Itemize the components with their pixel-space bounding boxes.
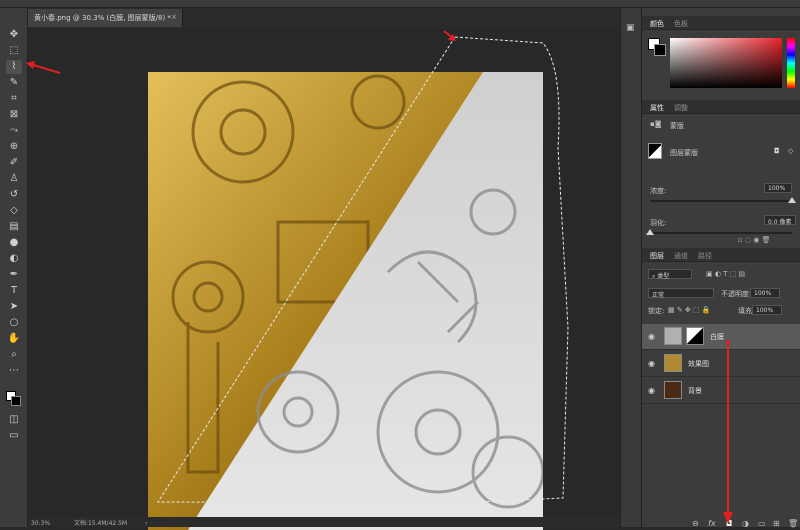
crop-tool-icon[interactable]: ⌗ <box>6 92 22 106</box>
frame-tool-icon[interactable]: ⊠ <box>6 108 22 122</box>
tab-color[interactable]: 颜色 <box>650 19 664 29</box>
pen-tool-icon[interactable]: ✒ <box>6 268 22 282</box>
status-arrow-icon[interactable]: › <box>145 520 147 527</box>
layer-mask-thumbnail[interactable] <box>686 327 704 345</box>
polygonal-lasso-tool-icon[interactable]: ⌇ <box>6 60 22 74</box>
tab-paths[interactable]: 路径 <box>698 251 712 261</box>
layer-thumbnail <box>664 381 682 399</box>
mask-thumbnail <box>648 143 662 159</box>
layers-panel-tabs: 图层 通道 路径 <box>642 248 800 262</box>
tools-panel: ✥ ⬚ ⌇ ✎ ⌗ ⊠ ⤳ ⊕ ✐ ♙ ↺ ◇ ▤ ● ◐ ✒ T ➤ ○ ✋ … <box>0 8 28 527</box>
color-background-swatch[interactable] <box>654 44 666 56</box>
path-select-tool-icon[interactable]: ➤ <box>6 300 22 314</box>
mask-type: 图层蒙版 <box>670 149 698 157</box>
mask-actions-icons[interactable]: ▫ ◌ ◉ 🗑 <box>738 236 771 244</box>
search-icon: ⌕ <box>652 273 656 280</box>
lock-label: 锁定: <box>648 307 665 315</box>
visibility-eye-icon[interactable]: ◉ <box>648 332 655 341</box>
history-brush-tool-icon[interactable]: ↺ <box>6 188 22 202</box>
annotation-arrow-mask <box>723 340 733 524</box>
canvas-area[interactable] <box>28 28 640 530</box>
layer-name: 效果图 <box>688 360 709 368</box>
type-tool-icon[interactable]: T <box>6 284 22 298</box>
healing-brush-tool-icon[interactable]: ⊕ <box>6 140 22 154</box>
layer-name: 背景 <box>688 387 702 395</box>
clone-stamp-tool-icon[interactable]: ♙ <box>6 172 22 186</box>
quick-select-tool-icon[interactable]: ✎ <box>6 76 22 90</box>
move-tool-icon[interactable]: ✥ <box>6 28 22 42</box>
tab-channels[interactable]: 通道 <box>674 251 688 261</box>
gradient-tool-icon[interactable]: ▤ <box>6 220 22 234</box>
panel-icon-strip: ▣ <box>620 8 642 527</box>
shape-tool-icon[interactable]: ○ <box>6 316 22 330</box>
select-mask-icon[interactable]: ◘ <box>774 147 780 155</box>
density-slider[interactable] <box>650 197 796 203</box>
eyedropper-tool-icon[interactable]: ⤳ <box>6 124 22 138</box>
screen-mode-icon[interactable]: ▭ <box>6 429 22 443</box>
mask-title: 蒙版 <box>670 122 684 130</box>
options-bar <box>0 0 800 8</box>
hand-tool-icon[interactable]: ✋ <box>6 332 22 346</box>
blend-mode-select[interactable]: 正常 <box>648 288 714 299</box>
opacity-field[interactable]: 100% <box>750 288 780 298</box>
annotation-arrow-canvas <box>443 30 456 41</box>
density-field[interactable]: 100% <box>764 183 792 193</box>
visibility-eye-icon[interactable]: ◉ <box>648 386 655 395</box>
annotation-arrow-toolbar <box>26 61 61 74</box>
feather-label: 羽化: <box>650 219 667 227</box>
eraser-tool-icon[interactable]: ◇ <box>6 204 22 218</box>
properties-panel-tabs: 属性 调整 <box>642 100 800 114</box>
layer-filter-select[interactable]: ⌕ 类型 <box>648 269 692 280</box>
color-panel-tabs: 颜色 色板 <box>642 16 800 30</box>
selection-marquee <box>157 36 569 504</box>
zoom-level[interactable]: 30.3% <box>31 520 50 527</box>
vector-mask-icon[interactable]: ◇ <box>788 147 793 155</box>
more-tools-icon[interactable]: ⋯ <box>6 364 22 378</box>
fill-field[interactable]: 100% <box>752 305 782 315</box>
density-label: 浓度: <box>650 187 667 195</box>
close-tab-icon[interactable]: × <box>171 13 177 21</box>
layer-thumbnail <box>664 327 682 345</box>
zoom-tool-icon[interactable]: ⌕ <box>6 348 22 362</box>
quick-mask-icon[interactable]: ◫ <box>6 413 22 427</box>
document-tab[interactable]: 黄小春.png @ 30.3% (白膜, 图层蒙版/8) * × <box>28 9 183 27</box>
dodge-tool-icon[interactable]: ◐ <box>6 252 22 266</box>
lock-icons[interactable]: ▦ ✎ ✥ ⬚ 🔒 <box>668 306 711 314</box>
layer-thumbnail <box>664 354 682 372</box>
layer-filter-icons[interactable]: ▣ ◐ T ⬚ ▤ <box>706 270 745 278</box>
document-tab-title: 黄小春.png @ 30.3% (白膜, 图层蒙版/8) * <box>34 14 171 22</box>
right-panels: 颜色 色板 属性 调整 ▪◙ 蒙版 图层蒙版 ◘ ◇ 浓度: 100% 羽化: … <box>642 8 800 528</box>
status-bar: 30.3% 文档:15.4M/42.5M › <box>28 517 640 527</box>
feather-slider[interactable] <box>646 229 792 235</box>
color-picker-field[interactable] <box>670 38 782 88</box>
marquee-tool-icon[interactable]: ⬚ <box>6 44 22 58</box>
layer-row-baimo[interactable]: ◉ 白膜 <box>642 324 800 350</box>
tab-swatches[interactable]: 色板 <box>674 19 688 29</box>
layer-row-background[interactable]: ◉ 背景 <box>642 378 800 404</box>
opacity-label: 不透明度: <box>721 290 752 298</box>
tab-layers[interactable]: 图层 <box>650 251 664 261</box>
layer-row-xiaoguotu[interactable]: ◉ 效果图 <box>642 351 800 377</box>
brush-tool-icon[interactable]: ✐ <box>6 156 22 170</box>
feather-field[interactable]: 0.0 像素 <box>764 215 796 226</box>
layer-filter-kind: 类型 <box>657 273 670 280</box>
document-size: 文档:15.4M/42.5M <box>73 520 128 527</box>
blur-tool-icon[interactable]: ● <box>6 236 22 250</box>
tab-properties[interactable]: 属性 <box>650 103 664 113</box>
mask-icon: ▪◙ <box>650 120 662 128</box>
panel-toggle-icon[interactable]: ▣ <box>626 23 635 33</box>
hue-slider[interactable] <box>787 38 795 88</box>
tab-adjustments[interactable]: 调整 <box>674 103 688 113</box>
visibility-eye-icon[interactable]: ◉ <box>648 359 655 368</box>
background-color-swatch[interactable] <box>11 396 21 406</box>
